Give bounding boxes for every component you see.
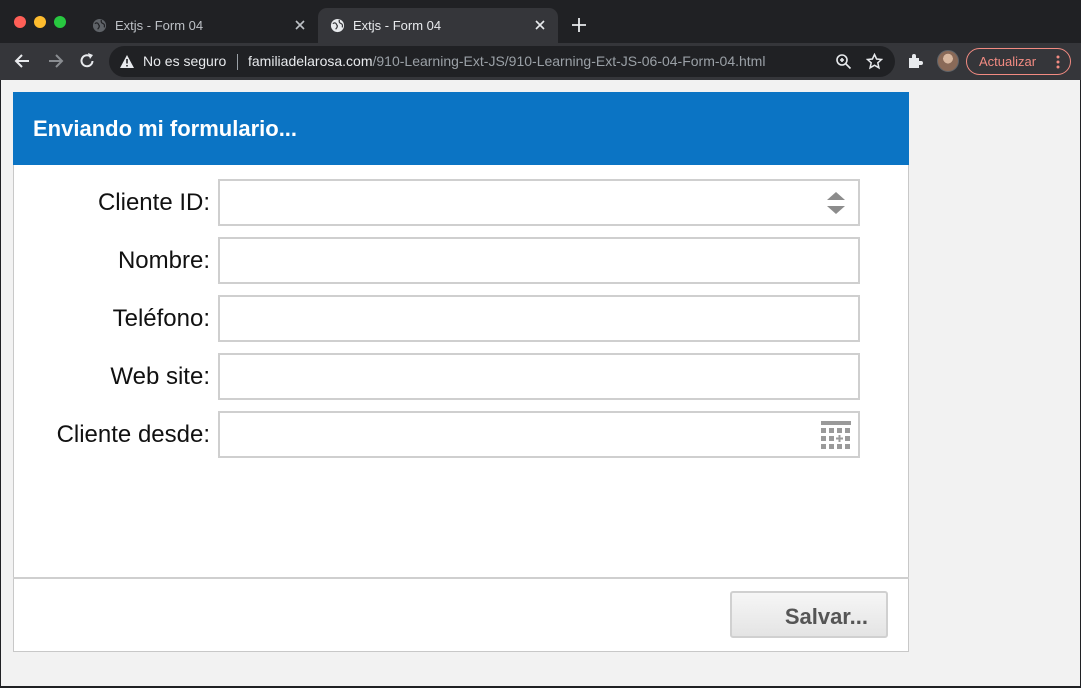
update-browser-button[interactable]: Actualizar	[966, 48, 1071, 75]
telefono-input[interactable]	[218, 295, 860, 342]
web-site-input[interactable]	[218, 353, 860, 400]
reload-icon[interactable]	[77, 51, 97, 71]
globe-icon	[92, 18, 107, 33]
calendar-icon[interactable]	[820, 419, 852, 451]
globe-icon	[330, 18, 345, 33]
address-divider	[237, 54, 238, 70]
browser-tab-1[interactable]: Extjs - Form 04	[80, 8, 318, 43]
field-row-cliente-id: Cliente ID:	[14, 179, 910, 227]
cliente-id-label: Cliente ID:	[97, 189, 210, 216]
panel-title: Enviando mi formulario...	[33, 116, 298, 141]
update-label: Actualizar	[979, 54, 1037, 69]
url-path: /910-Learning-Ext-JS/910-Learning-Ext-JS…	[372, 53, 766, 69]
browser-tab-2-active[interactable]: Extjs - Form 04	[318, 8, 558, 43]
page-viewport: Enviando mi formulario... Cliente ID: No…	[1, 80, 1080, 686]
url-host: familiadelarosa.com	[248, 53, 373, 69]
back-arrow-icon[interactable]	[13, 51, 33, 71]
address-bar[interactable]: No es seguro familiadelarosa.com/910-Lea…	[109, 46, 895, 77]
cliente-id-input[interactable]	[218, 179, 860, 226]
field-row-nombre: Nombre:	[14, 237, 910, 285]
more-menu-icon[interactable]	[1056, 55, 1060, 69]
panel-footer-toolbar: Salvar...	[13, 577, 909, 653]
cliente-desde-input[interactable]	[218, 411, 860, 458]
extensions-puzzle-icon[interactable]	[906, 52, 924, 70]
web-site-label: Web site:	[110, 363, 210, 390]
forward-arrow-icon[interactable]	[45, 51, 65, 71]
url-text[interactable]: familiadelarosa.com/910-Learning-Ext-JS/…	[248, 54, 765, 69]
nombre-input[interactable]	[218, 237, 860, 284]
browser-toolbar: No es seguro familiadelarosa.com/910-Lea…	[0, 43, 1081, 80]
nombre-label: Nombre:	[117, 247, 210, 274]
tab-title: Extjs - Form 04	[353, 18, 442, 33]
field-row-cliente-desde: Cliente desde:	[14, 411, 910, 459]
profile-avatar[interactable]	[937, 50, 959, 72]
close-tab-icon[interactable]	[532, 17, 548, 33]
tab-title: Extjs - Form 04	[115, 18, 204, 33]
window-close-button[interactable]	[14, 16, 26, 28]
save-button-label: Salvar...	[784, 604, 868, 629]
bookmark-star-icon[interactable]	[866, 53, 883, 70]
close-tab-icon[interactable]	[292, 17, 308, 33]
field-row-telefono: Teléfono:	[14, 295, 910, 343]
telefono-label: Teléfono:	[112, 305, 210, 332]
spinner-icon[interactable]	[820, 187, 852, 219]
field-row-web-site: Web site:	[14, 353, 910, 401]
browser-tab-bar: Extjs - Form 04 Extjs - Form 04	[0, 0, 1081, 43]
new-tab-icon[interactable]	[570, 16, 588, 34]
window-zoom-button[interactable]	[54, 16, 66, 28]
form-panel: Enviando mi formulario... Cliente ID: No…	[13, 92, 909, 652]
save-button[interactable]: Salvar...	[730, 591, 888, 638]
window-minimize-button[interactable]	[34, 16, 46, 28]
zoom-icon[interactable]	[835, 53, 852, 70]
cliente-desde-label: Cliente desde:	[56, 421, 210, 448]
warning-icon[interactable]	[119, 54, 135, 69]
panel-header: Enviando mi formulario...	[13, 92, 909, 165]
security-status[interactable]: No es seguro	[143, 54, 226, 69]
